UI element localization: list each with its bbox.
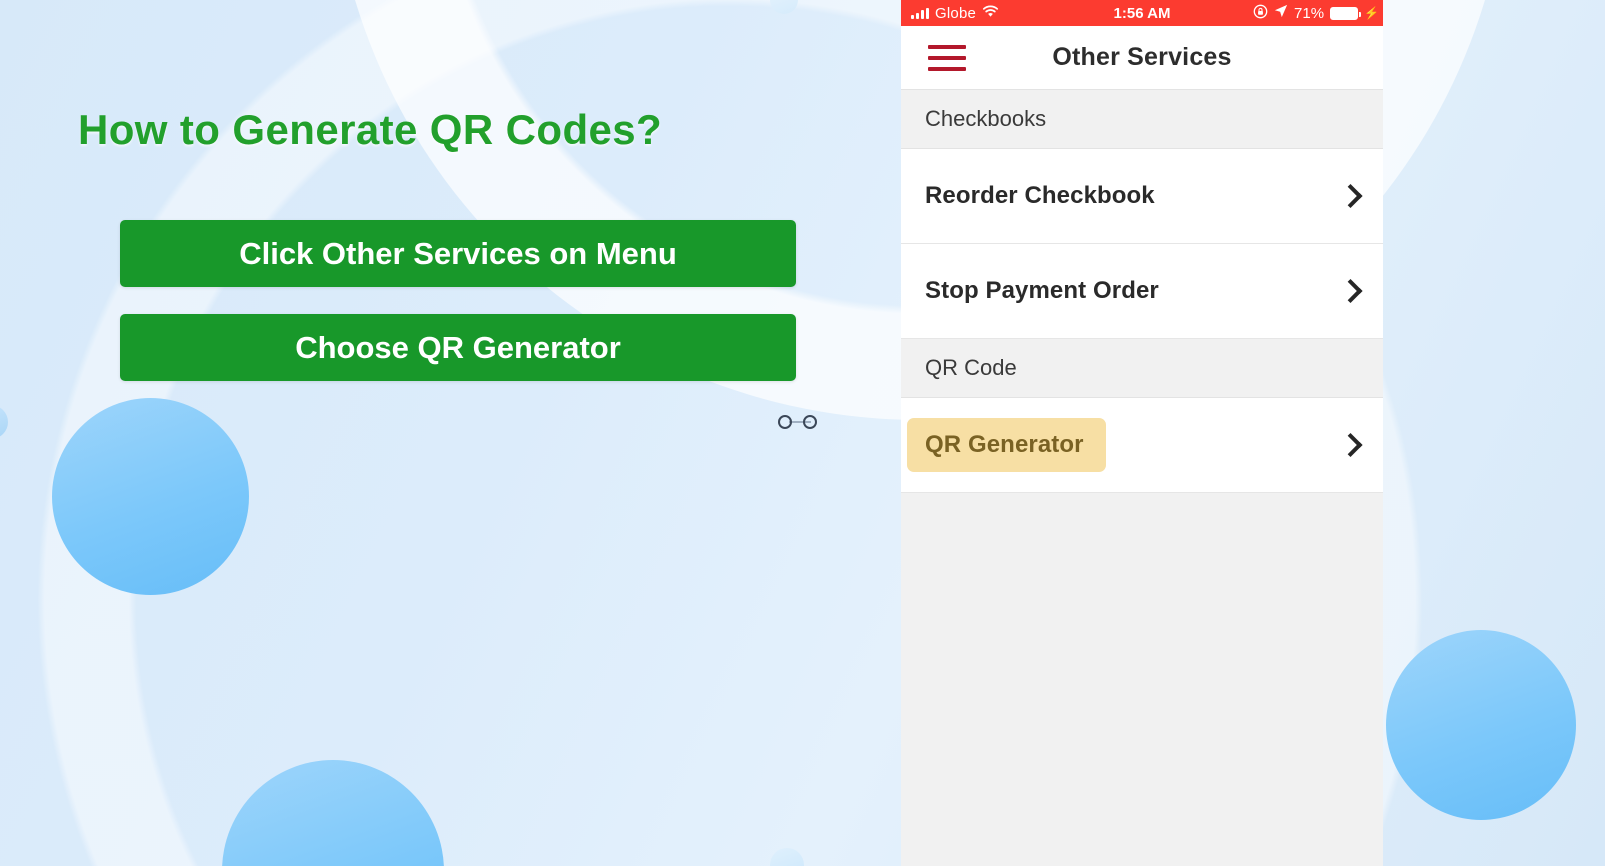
phone-screenshot-panel: Globe 1:56 AM 71% ⚡ Other Services Check… [901, 0, 1383, 866]
list-item-label: QR Generator [907, 418, 1106, 472]
location-arrow-icon [1274, 4, 1288, 22]
list-empty-area [901, 493, 1383, 866]
rotation-lock-icon [1253, 4, 1268, 23]
chevron-right-icon [1338, 278, 1363, 304]
wifi-icon [982, 5, 999, 22]
page-title: How to Generate QR Codes? [78, 106, 663, 153]
list-item-label: Stop Payment Order [925, 277, 1159, 304]
lightning-bolt-icon: ⚡ [1364, 6, 1379, 20]
services-list: Checkbooks Reorder Checkbook Stop Paymen… [901, 90, 1383, 866]
signal-bars-icon [911, 7, 929, 19]
list-item-stop-payment-order[interactable]: Stop Payment Order [901, 244, 1383, 339]
chevron-right-icon [1338, 432, 1363, 458]
hamburger-menu-icon[interactable] [928, 44, 966, 71]
status-bar-right: 71% ⚡ [1253, 4, 1379, 23]
instructions-panel: How to Generate QR Codes? Click Other Se… [0, 0, 901, 866]
decorative-circle-right [1386, 630, 1576, 820]
list-item-reorder-checkbook[interactable]: Reorder Checkbook [901, 149, 1383, 244]
click-other-services-button[interactable]: Click Other Services on Menu [120, 220, 796, 287]
pagination-dots [778, 413, 824, 431]
carrier-label: Globe [935, 4, 977, 22]
pagination-dot-2[interactable] [803, 415, 817, 429]
list-item-qr-generator[interactable]: QR Generator [901, 398, 1383, 493]
screen-title: Other Services [1052, 43, 1232, 71]
ios-status-bar: Globe 1:56 AM 71% ⚡ [901, 0, 1383, 26]
choose-qr-generator-button[interactable]: Choose QR Generator [120, 314, 796, 381]
section-header-checkbooks: Checkbooks [901, 90, 1383, 149]
app-navigation-bar: Other Services [901, 26, 1383, 90]
list-item-label: Reorder Checkbook [925, 182, 1155, 209]
section-header-qr-code: QR Code [901, 339, 1383, 398]
battery-icon [1330, 6, 1362, 20]
chevron-right-icon [1338, 183, 1363, 209]
pagination-dot-1[interactable] [778, 415, 792, 429]
battery-percent-label: 71% [1294, 4, 1325, 22]
status-bar-left: Globe [911, 5, 999, 22]
